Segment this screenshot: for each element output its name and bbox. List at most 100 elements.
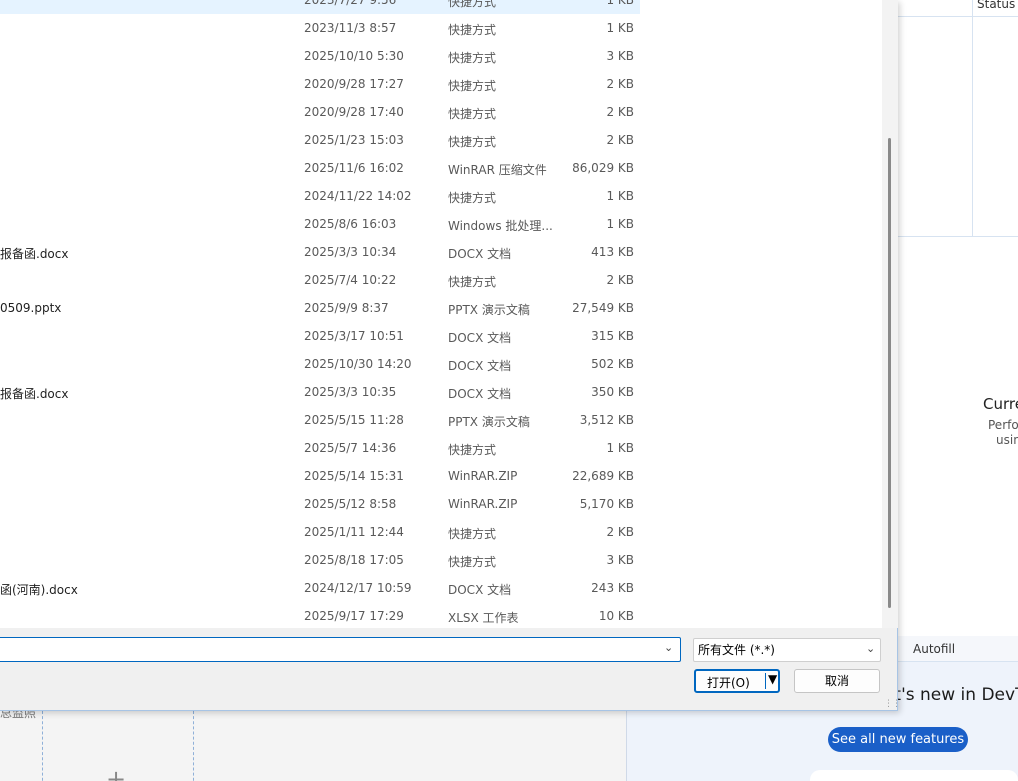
file-type: DOCX 文档	[448, 583, 512, 597]
file-type: PPTX 演示文稿	[448, 303, 530, 317]
file-row[interactable]: 2025/3/17 10:51 DOCX 文档 315 KB	[0, 322, 640, 350]
file-type: 快捷方式	[448, 0, 497, 9]
file-row[interactable]: 2024/11/22 14:02 快捷方式 1 KB	[0, 182, 640, 210]
file-type: 快捷方式	[448, 443, 497, 457]
file-size: 1 KB	[606, 441, 634, 455]
using-text: usin	[996, 433, 1018, 447]
file-date: 2023/7/27 9:56	[304, 0, 397, 7]
file-type: XLSX 工作表	[448, 611, 519, 625]
whats-new-heading: at's new in DevT	[884, 685, 1018, 705]
file-row[interactable]: 报备函.docx 2025/3/3 10:35 DOCX 文档 350 KB	[0, 378, 640, 406]
file-type: 快捷方式	[448, 191, 497, 205]
file-date: 2025/5/14 15:31	[304, 469, 404, 483]
file-type: Windows 批处理...	[448, 219, 553, 233]
chevron-down-icon[interactable]: ⌄	[664, 641, 673, 654]
file-row[interactable]: 2020/9/28 17:40 快捷方式 2 KB	[0, 98, 640, 126]
file-row[interactable]: 2023/7/27 9:56 快捷方式 1 KB	[0, 0, 640, 14]
file-type: 快捷方式	[448, 135, 497, 149]
file-row[interactable]: 2020/9/28 17:27 快捷方式 2 KB	[0, 70, 640, 98]
file-row[interactable]: 2025/1/23 15:03 快捷方式 2 KB	[0, 126, 640, 154]
file-date: 2025/5/7 14:36	[304, 441, 397, 455]
file-row[interactable]: 2025/8/18 17:05 快捷方式 3 KB	[0, 546, 640, 574]
column-divider	[972, 0, 973, 236]
file-name: 函(河南).docx	[0, 583, 78, 597]
screen: Status Curre Perfo usin Autofill at's ne…	[0, 0, 1018, 781]
see-all-features-button[interactable]: See all new features	[828, 727, 968, 752]
file-name: 报备函.docx	[0, 247, 69, 261]
file-type: 快捷方式	[448, 555, 497, 569]
file-row[interactable]: 2025/5/15 11:28 PPTX 演示文稿 3,512 KB	[0, 406, 640, 434]
file-date: 2025/7/4 10:22	[304, 273, 397, 287]
performance-text: Perfo	[988, 418, 1018, 432]
resize-grip-icon[interactable]: ⋮⋮	[884, 699, 901, 709]
file-date: 2025/3/3 10:34	[304, 245, 397, 259]
cancel-button[interactable]: 取消	[794, 669, 880, 693]
file-size: 315 KB	[591, 329, 634, 343]
file-size: 27,549 KB	[572, 301, 634, 315]
file-date: 2024/12/17 10:59	[304, 581, 412, 595]
file-name: 报备函.docx	[0, 387, 69, 401]
file-size: 86,029 KB	[572, 161, 634, 175]
file-row[interactable]: 函(河南).docx 2024/12/17 10:59 DOCX 文档 243 KB	[0, 574, 640, 602]
file-type: 快捷方式	[448, 275, 497, 289]
file-row[interactable]: 2025/10/30 14:20 DOCX 文档 502 KB	[0, 350, 640, 378]
file-size: 2 KB	[606, 105, 634, 119]
file-row[interactable]: 2025/1/11 12:44 快捷方式 2 KB	[0, 518, 640, 546]
file-type: DOCX 文档	[448, 331, 512, 345]
file-type: DOCX 文档	[448, 247, 512, 261]
file-date: 2025/9/9 8:37	[304, 301, 389, 315]
caret-down-icon[interactable]: ▼	[768, 672, 777, 686]
file-type: 快捷方式	[448, 23, 497, 37]
file-row[interactable]: 2025/10/10 5:30 快捷方式 3 KB	[0, 42, 640, 70]
file-size: 413 KB	[591, 245, 634, 259]
file-row[interactable]: 0509.pptx 2025/9/9 8:37 PPTX 演示文稿 27,549 KB	[0, 294, 640, 322]
table-bottom-divider	[898, 236, 1018, 237]
file-open-dialog: 2023/7/27 9:56 快捷方式 1 KB 2023/11/3 8:57 快捷方式…	[0, 0, 901, 711]
status-column-header[interactable]: Status	[977, 0, 1015, 11]
file-row[interactable]: 报备函.docx 2025/3/3 10:34 DOCX 文档 413 KB	[0, 238, 640, 266]
file-name: 0509.pptx	[0, 301, 62, 315]
file-date: 2024/11/22 14:02	[304, 189, 412, 203]
file-row[interactable]: 2025/7/4 10:22 快捷方式 2 KB	[0, 266, 640, 294]
file-type: 快捷方式	[448, 79, 497, 93]
file-row[interactable]: 2025/11/6 16:02 WinRAR 压缩文件 86,029 KB	[0, 154, 640, 182]
file-size: 1 KB	[606, 21, 634, 35]
file-size: 3 KB	[606, 49, 634, 63]
file-row[interactable]: 2025/8/6 16:03 Windows 批处理... 1 KB	[0, 210, 640, 238]
file-row[interactable]: 2025/9/17 17:29 XLSX 工作表 10 KB	[0, 602, 640, 628]
filetype-select[interactable]: 所有文件 (*.*)	[693, 638, 881, 662]
scrollbar-thumb[interactable]	[888, 138, 891, 608]
file-row[interactable]: 2023/11/3 8:57 快捷方式 1 KB	[0, 14, 640, 42]
split-divider	[765, 673, 766, 689]
file-row[interactable]: 2025/5/14 15:31 WinRAR.ZIP 22,689 KB	[0, 462, 640, 490]
plus-icon[interactable]: +	[106, 765, 126, 781]
open-button[interactable]: 打开(O) ▼	[694, 669, 780, 693]
whats-new-card	[810, 770, 1018, 781]
file-date: 2025/8/6 16:03	[304, 217, 397, 231]
file-size: 2 KB	[606, 525, 634, 539]
file-size: 10 KB	[598, 609, 634, 623]
file-date: 2025/10/30 14:20	[304, 357, 412, 371]
file-type: 快捷方式	[448, 107, 497, 121]
file-row[interactable]: 2025/5/12 8:58 WinRAR.ZIP 5,170 KB	[0, 490, 640, 518]
file-type: DOCX 文档	[448, 359, 512, 373]
file-date: 2025/1/11 12:44	[304, 525, 404, 539]
filetype-selected-value: 所有文件 (*.*)	[698, 643, 775, 657]
file-date: 2025/8/18 17:05	[304, 553, 404, 567]
file-type: WinRAR 压缩文件	[448, 163, 547, 177]
file-size: 502 KB	[591, 357, 634, 371]
file-date: 2025/1/23 15:03	[304, 133, 404, 147]
file-row[interactable]: 2025/5/7 14:36 快捷方式 1 KB	[0, 434, 640, 462]
filename-input[interactable]	[0, 637, 681, 662]
file-size: 1 KB	[606, 0, 634, 7]
file-type: WinRAR.ZIP	[448, 497, 518, 511]
chevron-down-icon[interactable]: ⌄	[866, 642, 875, 655]
file-type: 快捷方式	[448, 527, 497, 541]
file-date: 2025/11/6 16:02	[304, 161, 404, 175]
file-date: 2023/11/3 8:57	[304, 21, 397, 35]
file-size: 22,689 KB	[572, 469, 634, 483]
file-date: 2025/5/15 11:28	[304, 413, 404, 427]
file-date: 2020/9/28 17:40	[304, 105, 404, 119]
tab-autofill[interactable]: Autofill	[913, 642, 955, 656]
file-type: PPTX 演示文稿	[448, 415, 530, 429]
